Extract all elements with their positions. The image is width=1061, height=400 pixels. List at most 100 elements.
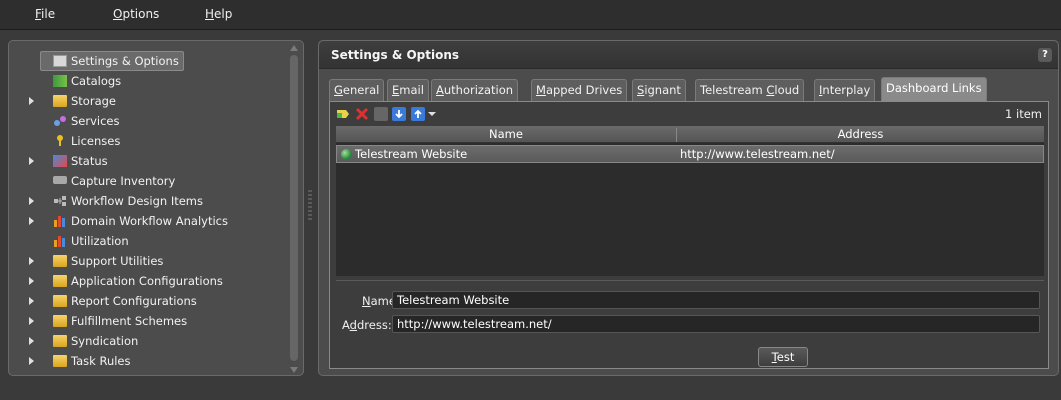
test-label: est <box>776 350 795 364</box>
tab-dashboard-links[interactable]: Dashboard Links <box>881 77 987 101</box>
expand-arrow-icon[interactable] <box>29 297 34 305</box>
tree-item-label: Application Configurations <box>71 274 223 288</box>
menu-file[interactable]: File <box>35 7 55 21</box>
tree-item-label: Status <box>71 154 108 168</box>
tab-telestream-cloud[interactable]: Telestream Cloud <box>695 79 805 101</box>
services-glyph <box>54 116 66 126</box>
address-label-text: dress: <box>356 318 392 332</box>
expand-arrow-icon[interactable] <box>29 357 34 365</box>
menu-help-label: elp <box>214 7 233 21</box>
address-input[interactable] <box>392 315 1040 333</box>
tree-item-capture-inventory[interactable]: Capture Inventory <box>9 171 289 191</box>
tab-general[interactable]: General <box>329 79 385 101</box>
tree-item-settings-options[interactable]: Settings & Options <box>9 51 289 71</box>
key-icon <box>53 134 67 146</box>
tree-item-workflow-design-items[interactable]: Workflow Design Items <box>9 191 289 211</box>
analytics-icon <box>53 214 67 227</box>
tree-item-syndication[interactable]: Syndication <box>9 331 289 351</box>
tree-item-label: Fulfillment Schemes <box>71 314 188 328</box>
expand-arrow-icon[interactable] <box>29 217 34 225</box>
column-header-name[interactable]: Name <box>336 127 676 141</box>
folder-icon <box>53 275 67 287</box>
expand-arrow-icon[interactable] <box>29 97 34 105</box>
tree-item-label: Services <box>71 114 120 128</box>
table-row[interactable]: Telestream Website http://www.telestream… <box>336 145 1044 163</box>
tab-authorization[interactable]: Authorization <box>431 79 519 101</box>
analytics-glyph <box>54 216 65 227</box>
dropdown-arrow-icon[interactable] <box>428 107 436 121</box>
delete-glyph <box>355 107 369 121</box>
tab-label-suffix: uthorization <box>443 83 514 97</box>
tab-mnemonic: M <box>536 83 546 97</box>
menubar: File Options Help <box>0 0 1061 30</box>
menu-help-mnemonic: H <box>205 7 215 21</box>
tree-item-services[interactable]: Services <box>9 111 289 131</box>
tree-item-label: Domain Workflow Analytics <box>71 214 228 228</box>
help-icon[interactable]: ? <box>1038 48 1052 62</box>
test-button[interactable]: Test <box>758 347 808 367</box>
expand-arrow-icon[interactable] <box>29 337 34 345</box>
move-up-glyph <box>411 107 425 121</box>
tab-signiant[interactable]: Signant <box>632 79 686 101</box>
tree-item-storage[interactable]: Storage <box>9 91 289 111</box>
name-label-mnemonic: N <box>362 294 371 308</box>
tree-item-support-utilities[interactable]: Support Utilities <box>9 251 289 271</box>
menu-options[interactable]: Options <box>113 7 159 21</box>
tree-item-fulfillment-schemes[interactable]: Fulfillment Schemes <box>9 311 289 331</box>
links-table: Name Address Telestream Website http://w… <box>336 126 1044 276</box>
tree-item-domain-workflow-analytics[interactable]: Domain Workflow Analytics <box>9 211 289 231</box>
move-up-icon[interactable] <box>411 107 425 121</box>
capture-icon <box>53 176 67 184</box>
tree-item-label: Report Configurations <box>71 294 197 308</box>
tree-item-catalogs[interactable]: Catalogs <box>9 71 289 91</box>
expand-arrow-icon[interactable] <box>29 317 34 325</box>
tree-item-licenses[interactable]: Licenses <box>9 131 289 151</box>
expand-arrow-icon[interactable] <box>29 157 34 165</box>
tab-mapped-drives[interactable]: Mapped Drives <box>531 79 628 101</box>
tree-item-label: Catalogs <box>71 74 122 88</box>
tree-item-task-rules[interactable]: Task Rules <box>9 351 289 371</box>
tab-label-suffix: eneral <box>342 83 380 97</box>
tree-item-status[interactable]: Status <box>9 151 289 171</box>
folder-icon <box>53 95 67 107</box>
tree-item-label: Settings & Options <box>71 54 179 68</box>
name-input[interactable] <box>392 291 1040 309</box>
globe-icon <box>341 149 352 160</box>
expand-arrow-icon[interactable] <box>29 197 34 205</box>
navigation-tree-panel: Settings & Options Catalogs Storage Serv… <box>8 40 304 376</box>
move-down-glyph <box>392 107 406 121</box>
table-header: Name Address <box>336 126 1044 143</box>
tree-item-report-configurations[interactable]: Report Configurations <box>9 291 289 311</box>
settings-icon <box>53 55 67 67</box>
address-label-prefix: A <box>342 318 350 332</box>
tree-item-label: Syndication <box>71 334 139 348</box>
tree-item-utilization[interactable]: Utilization <box>9 231 289 251</box>
utilization-glyph <box>54 236 65 247</box>
add-link-icon[interactable] <box>336 107 350 121</box>
folder-icon <box>53 295 67 307</box>
tab-mnemonic: G <box>334 83 343 97</box>
delete-icon[interactable] <box>355 107 369 121</box>
tab-interplay[interactable]: Interplay <box>814 79 876 101</box>
key-glyph <box>57 135 63 146</box>
tab-email[interactable]: Email <box>387 79 429 101</box>
expand-arrow-icon[interactable] <box>29 277 34 285</box>
status-chart-icon <box>53 155 67 167</box>
address-label-mnemonic: d <box>349 318 357 332</box>
move-down-icon[interactable] <box>392 107 406 121</box>
tree-item-label: Storage <box>71 94 116 108</box>
save-disabled-icon[interactable] <box>374 107 388 121</box>
expand-arrow-icon[interactable] <box>29 257 34 265</box>
column-header-address[interactable]: Address <box>677 127 1044 141</box>
menu-file-label: ile <box>41 7 56 21</box>
tree-item-label: Support Utilities <box>71 254 164 268</box>
tree-item-application-configurations[interactable]: Application Configurations <box>9 271 289 291</box>
scroll-down-icon[interactable] <box>290 367 298 373</box>
panel-splitter-handle[interactable] <box>308 190 312 220</box>
folder-icon <box>53 355 67 367</box>
catalogs-icon <box>53 75 67 87</box>
menu-help[interactable]: Help <box>205 7 232 21</box>
tree-item-label: Task Rules <box>71 354 131 368</box>
scroll-up-icon[interactable] <box>290 45 298 51</box>
vertical-scrollbar-thumb[interactable] <box>290 55 298 361</box>
